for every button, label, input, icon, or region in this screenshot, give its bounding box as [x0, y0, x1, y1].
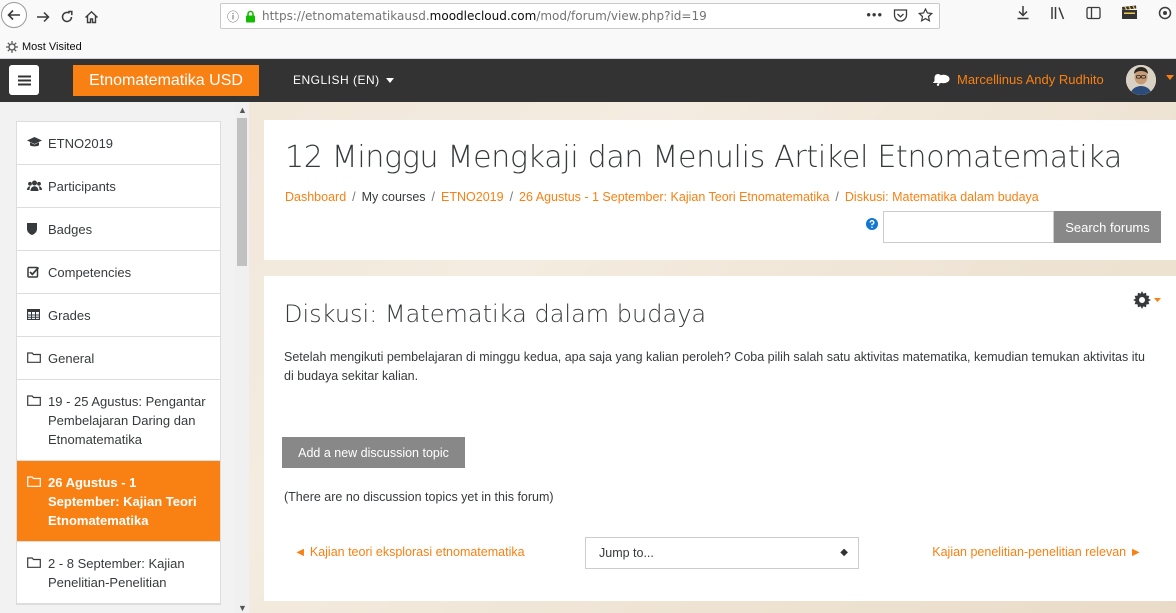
- clapperboard-extension-icon[interactable]: [1121, 5, 1138, 20]
- drawer-item-participants[interactable]: Participants: [17, 165, 220, 208]
- library-icon[interactable]: [1050, 6, 1066, 20]
- previous-activity-label: Kajian teori eksplorasi etnomatematika: [309, 545, 525, 559]
- caret-down-icon: [385, 77, 394, 83]
- folder-icon: [27, 557, 41, 568]
- drawer-item-week-2-active[interactable]: 26 Agustus - 1 September: Kajian Teori E…: [17, 461, 220, 542]
- reload-button[interactable]: [54, 4, 80, 30]
- drawer-item-label: Participants: [48, 179, 116, 194]
- add-discussion-button[interactable]: Add a new discussion topic: [282, 437, 465, 468]
- scroll-down-arrow-icon[interactable]: ▼: [238, 603, 247, 613]
- gear-star-icon: [6, 41, 18, 53]
- breadcrumb-my-courses: My courses: [361, 190, 426, 204]
- previous-activity-link[interactable]: ◄ Kajian teori eksplorasi etnomatematika: [294, 545, 525, 559]
- drawer-scrollbar[interactable]: ▲ ▼: [235, 102, 249, 613]
- scroll-up-arrow-icon[interactable]: ▲: [238, 105, 247, 115]
- extension-icon[interactable]: [1158, 6, 1172, 20]
- drawer-item-grades[interactable]: Grades: [17, 294, 220, 337]
- toolbar-right-icons: [1016, 5, 1172, 20]
- caret-down-icon: [1154, 298, 1161, 302]
- scrollbar-thumb[interactable]: [237, 118, 247, 266]
- breadcrumb-section[interactable]: 26 Agustus - 1 September: Kajian Teori E…: [519, 190, 829, 204]
- help-icon[interactable]: [866, 218, 878, 230]
- jump-to-select[interactable]: Jump to... ◆: [585, 537, 859, 569]
- hamburger-icon: [17, 75, 31, 85]
- user-menu-caret-icon[interactable]: [1166, 75, 1174, 80]
- graduation-cap-icon: [27, 137, 42, 147]
- back-arrow-icon: [7, 9, 20, 21]
- url-bar[interactable]: ⓘ https://etnomatematikausd.moodlecloud.…: [220, 3, 940, 29]
- drawer-item-general[interactable]: General: [17, 337, 220, 380]
- forum-intro: Setelah mengikuti pembelajaran di minggu…: [284, 350, 1145, 383]
- folder-icon: [27, 352, 41, 363]
- gear-icon: [1133, 291, 1151, 309]
- download-icon[interactable]: [1016, 5, 1030, 20]
- next-activity-label: Kajian penelitian-penelitian relevan: [932, 545, 1127, 559]
- drawer-item-course[interactable]: ETNO2019: [17, 122, 220, 165]
- drawer-item-label: Grades: [48, 308, 91, 323]
- sidebar-toggle-icon[interactable]: [1086, 6, 1101, 20]
- page-title: 12 Minggu Mengkaji dan Menulis Artikel E…: [285, 140, 1123, 175]
- url-text: https://etnomatematikausd.moodlecloud.co…: [262, 9, 707, 23]
- select-updown-icon: ◆: [840, 547, 848, 558]
- lock-icon: [246, 10, 255, 22]
- home-button[interactable]: [78, 4, 104, 30]
- breadcrumb-dashboard[interactable]: Dashboard: [285, 190, 346, 204]
- drawer-item-badges[interactable]: Badges: [17, 208, 220, 251]
- next-arrow-icon: ►: [1126, 545, 1142, 559]
- page-actions-icon[interactable]: •••: [866, 7, 883, 22]
- drawer-item-label: Competencies: [48, 265, 132, 280]
- drawer-item-label: ETNO2019: [48, 136, 114, 151]
- pocket-icon[interactable]: [893, 8, 908, 22]
- folder-icon: [27, 476, 41, 487]
- user-avatar-image: [1126, 65, 1156, 95]
- forward-button[interactable]: [30, 4, 56, 30]
- drawer-item-label: General: [48, 351, 95, 366]
- user-avatar[interactable]: [1126, 65, 1156, 95]
- nav-drawer: ETNO2019 Participants Badges Competencie…: [0, 102, 249, 613]
- folder-icon: [27, 395, 41, 406]
- check-square-icon: [27, 266, 39, 278]
- forum-actions-menu[interactable]: [1133, 291, 1161, 309]
- drawer-list: ETNO2019 Participants Badges Competencie…: [16, 121, 221, 605]
- user-menu-name[interactable]: Marcellinus Andy Rudhito: [957, 72, 1104, 87]
- breadcrumb-course[interactable]: ETNO2019: [441, 190, 504, 204]
- home-icon: [84, 10, 98, 24]
- drawer-item-competencies[interactable]: Competencies: [17, 251, 220, 294]
- jump-to-label: Jump to...: [599, 546, 654, 560]
- prev-arrow-icon: ◄: [294, 545, 310, 559]
- site-navbar: Etnomatematika USD ENGLISH (EN) Marcelli…: [0, 59, 1176, 102]
- drawer-item-label: Badges: [48, 222, 93, 237]
- search-forums-input[interactable]: [883, 211, 1054, 243]
- bookmark-star-icon[interactable]: [918, 7, 933, 22]
- drawer-item-week-1[interactable]: 19 - 25 Agustus: Pengantar Pembelajaran …: [17, 380, 220, 461]
- browser-toolbar: ⓘ https://etnomatematikausd.moodlecloud.…: [0, 0, 1176, 59]
- search-forums-button[interactable]: Search forums: [1054, 211, 1161, 243]
- drawer-item-label: 26 Agustus - 1 September: Kajian Teori E…: [48, 475, 197, 528]
- info-icon[interactable]: ⓘ: [227, 8, 243, 25]
- messages-chat-icon[interactable]: [937, 74, 950, 85]
- next-activity-link[interactable]: Kajian penelitian-penelitian relevan ►: [932, 545, 1142, 559]
- reload-icon: [61, 10, 73, 23]
- site-brand-link[interactable]: Etnomatematika USD: [73, 65, 259, 96]
- forum-region: Diskusi: Matematika dalam budaya Setelah…: [264, 276, 1176, 601]
- forum-title: Diskusi: Matematika dalam budaya: [284, 300, 707, 328]
- language-menu[interactable]: ENGLISH (EN): [293, 73, 394, 87]
- shield-icon: [27, 223, 37, 235]
- back-button[interactable]: [0, 0, 28, 30]
- users-icon: [27, 180, 42, 191]
- forward-arrow-icon: [37, 11, 50, 23]
- breadcrumb-forum[interactable]: Diskusi: Matematika dalam budaya: [845, 190, 1039, 204]
- language-label: ENGLISH (EN): [293, 73, 380, 87]
- empty-forum-message: (There are no discussion topics yet in t…: [284, 490, 554, 504]
- drawer-item-label: 2 - 8 September: Kajian Penelitian-Penel…: [48, 556, 185, 590]
- page-header: 12 Minggu Mengkaji dan Menulis Artikel E…: [264, 120, 1176, 260]
- breadcrumb: Dashboard / My courses / ETNO2019/26 Agustus…: [285, 190, 1039, 204]
- drawer-toggle-button[interactable]: [9, 65, 39, 95]
- bookmarks-toolbar: Most Visited: [6, 39, 82, 55]
- drawer-item-label: 19 - 25 Agustus: Pengantar Pembelajaran …: [48, 394, 206, 447]
- table-icon: [27, 309, 40, 320]
- most-visited-link[interactable]: Most Visited: [22, 41, 82, 53]
- drawer-item-week-3[interactable]: 2 - 8 September: Kajian Penelitian-Penel…: [17, 542, 220, 604]
